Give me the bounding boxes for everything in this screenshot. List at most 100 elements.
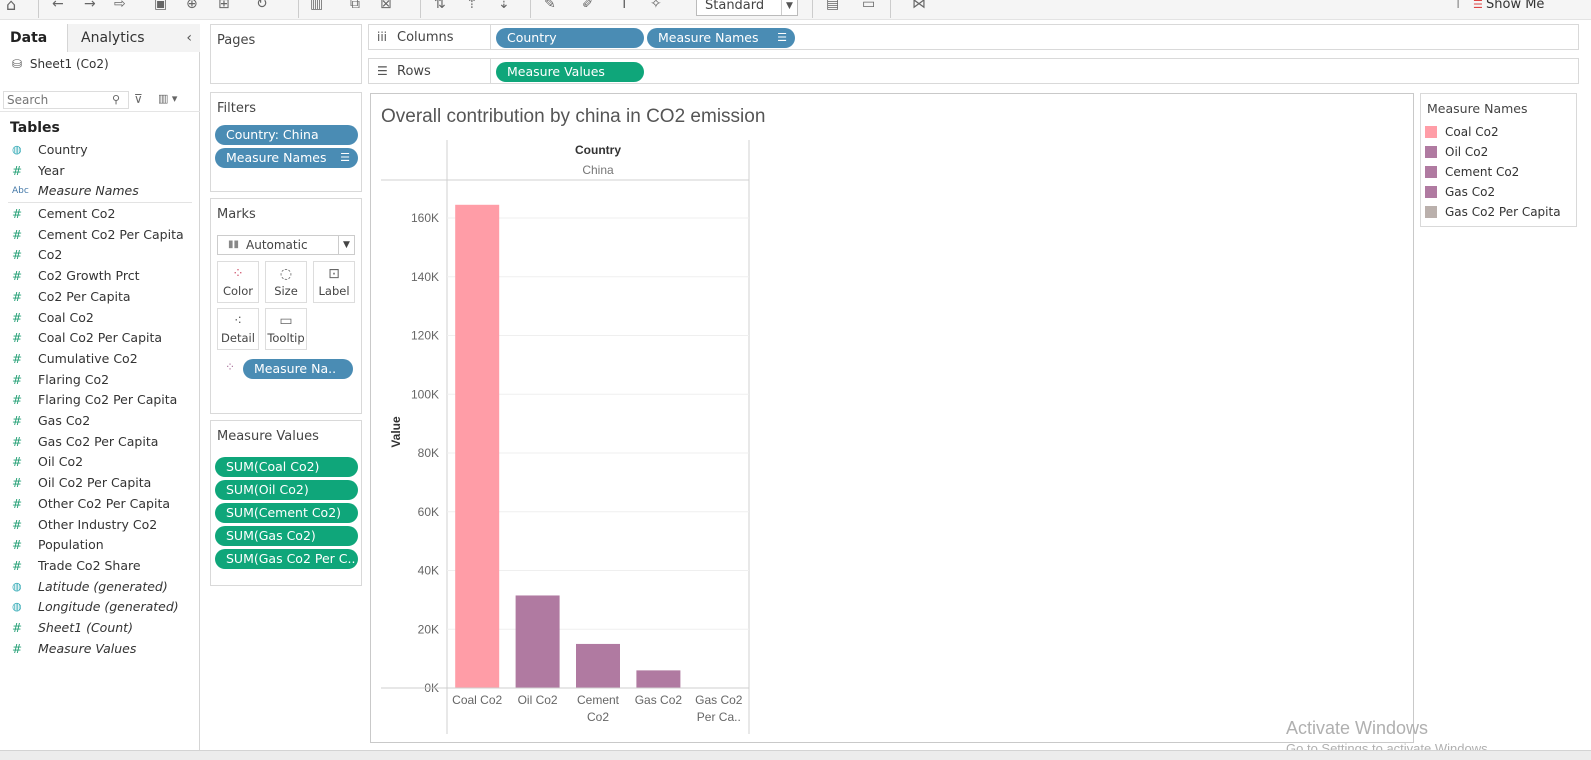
field-item[interactable]: # Coal Co2 Per Capita — [0, 328, 196, 348]
field-item[interactable]: # Oil Co2 Per Capita — [0, 473, 196, 493]
label-card[interactable]: ⊡ Label — [313, 261, 355, 303]
bar-chart[interactable]: Country China Value 0K20K40K60K80K100K12… — [371, 94, 1415, 744]
home-icon[interactable]: ⌂ — [6, 0, 16, 16]
share-icon[interactable]: ⋈ — [912, 0, 926, 15]
x-tick-label[interactable]: Gas Co2 — [695, 693, 743, 707]
mark-type-select[interactable]: ▮▮ Automatic ▼ — [217, 235, 355, 255]
field-item[interactable]: Abc Measure Names — [0, 181, 196, 201]
save-icon[interactable]: ▣ — [154, 0, 167, 15]
field-item[interactable]: # Gas Co2 Per Capita — [0, 432, 196, 452]
field-item[interactable]: ◍ Longitude (generated) — [0, 597, 196, 617]
field-item[interactable]: # Co2 — [0, 245, 196, 265]
filter-pill-country[interactable]: Country: China — [215, 125, 358, 145]
redo-icon[interactable]: → — [84, 0, 96, 15]
legend-label: Gas Co2 — [1445, 185, 1496, 199]
measure-value-pill[interactable]: SUM(Oil Co2) — [215, 480, 358, 500]
field-item[interactable]: # Gas Co2 — [0, 411, 196, 431]
x-tick-label[interactable]: Co2 — [587, 710, 609, 724]
columns-shelf[interactable]: iii Columns Country Measure Names ☰ — [368, 24, 1579, 50]
search-input[interactable] — [3, 91, 129, 109]
worksheet-view[interactable]: Overall contribution by china in CO2 emi… — [370, 93, 1414, 743]
pages-shelf[interactable]: Pages — [210, 24, 362, 84]
duplicate-icon[interactable]: ⧉ — [350, 0, 360, 15]
legend-item[interactable]: Gas Co2 — [1425, 182, 1575, 202]
field-item[interactable]: # Other Co2 Per Capita — [0, 494, 196, 514]
sort-descending-icon[interactable]: ⇣ — [498, 0, 510, 15]
datasource-item[interactable]: ⛁ Sheet1 (Co2) — [12, 57, 109, 71]
highlight-icon[interactable]: ✎ — [544, 0, 556, 15]
field-item[interactable]: # Sheet1 (Count) — [0, 618, 196, 638]
measure-value-pill[interactable]: SUM(Cement Co2) — [215, 503, 358, 523]
swap-icon[interactable]: ⇅ — [434, 0, 446, 15]
presentation-icon[interactable]: ▭ — [862, 0, 875, 15]
show-me-button[interactable]: Show Me — [1486, 0, 1544, 12]
group-icon[interactable]: ✐ — [582, 0, 594, 15]
field-item[interactable]: # Cement Co2 — [0, 204, 196, 224]
field-item[interactable]: # Co2 Growth Prct — [0, 266, 196, 286]
labels-icon[interactable]: T — [620, 0, 629, 15]
legend-item[interactable]: Oil Co2 — [1425, 142, 1575, 162]
field-item[interactable]: ◍ Country — [0, 140, 196, 160]
field-item[interactable]: # Cement Co2 Per Capita — [0, 225, 196, 245]
y-tick-label: 100K — [411, 387, 439, 401]
filter-icon[interactable]: ⊽ — [134, 92, 143, 106]
pin-icon[interactable]: ⊤ — [1452, 0, 1464, 15]
rows-shelf[interactable]: ☰ Rows Measure Values — [368, 58, 1579, 84]
field-item[interactable]: # Cumulative Co2 — [0, 349, 196, 369]
legend-item[interactable]: Coal Co2 — [1425, 122, 1575, 142]
field-item[interactable]: ◍ Latitude (generated) — [0, 577, 196, 597]
field-item[interactable]: # Co2 Per Capita — [0, 287, 196, 307]
field-item[interactable]: # Flaring Co2 — [0, 370, 196, 390]
fit-select[interactable]: Standard ▼ — [696, 0, 798, 16]
marks-color-pill[interactable]: Measure Na.. — [243, 359, 353, 379]
sort-ascending-icon[interactable]: ⇡ — [466, 0, 478, 15]
measure-values-shelf[interactable]: Measure Values SUM(Coal Co2) SUM(Oil Co2… — [210, 420, 362, 586]
field-item[interactable]: # Coal Co2 — [0, 308, 196, 328]
field-item[interactable]: # Population — [0, 535, 196, 555]
tooltip-card[interactable]: ▭ Tooltip — [265, 308, 307, 350]
tab-data[interactable]: Data — [0, 24, 68, 52]
fix-axes-icon[interactable]: ✧ — [650, 0, 662, 15]
bar[interactable] — [515, 595, 560, 688]
filters-shelf[interactable]: Filters Country: China Measure Names ☰ — [210, 92, 362, 192]
measure-value-pill[interactable]: SUM(Gas Co2) — [215, 526, 358, 546]
measure-value-pill[interactable]: SUM(Gas Co2 Per C.. — [215, 549, 358, 569]
size-card[interactable]: ◌ Size — [265, 261, 307, 303]
field-item[interactable]: # Trade Co2 Share — [0, 556, 196, 576]
field-item[interactable]: # Year — [0, 161, 196, 181]
clear-sheet-icon[interactable]: ⊠ — [380, 0, 392, 15]
bar[interactable] — [636, 670, 681, 688]
rows-pill-measure-values[interactable]: Measure Values — [496, 62, 644, 82]
field-item[interactable]: # Measure Values — [0, 639, 196, 659]
bar[interactable] — [576, 643, 620, 688]
new-worksheet-icon[interactable]: ▥ — [310, 0, 323, 15]
replay-icon[interactable]: ⇨ — [114, 0, 126, 15]
field-item[interactable]: # Other Industry Co2 — [0, 515, 196, 535]
undo-icon[interactable]: ← — [52, 0, 64, 15]
column-value[interactable]: China — [582, 163, 614, 177]
measure-value-pill[interactable]: SUM(Coal Co2) — [215, 457, 358, 477]
x-tick-label[interactable]: Gas Co2 — [635, 693, 683, 707]
x-tick-label[interactable]: Coal Co2 — [452, 693, 502, 707]
x-tick-label[interactable]: Cement — [577, 693, 620, 707]
columns-pill-measure-names[interactable]: Measure Names ☰ — [647, 28, 795, 48]
show-cards-icon[interactable]: ▤ — [826, 0, 839, 15]
field-item[interactable]: # Flaring Co2 Per Capita — [0, 390, 196, 410]
x-tick-label[interactable]: Oil Co2 — [518, 693, 558, 707]
bar[interactable] — [455, 204, 500, 688]
collapse-icon[interactable]: ‹ — [186, 24, 192, 52]
field-item[interactable]: # Oil Co2 — [0, 452, 196, 472]
legend-item[interactable]: Gas Co2 Per Capita — [1425, 202, 1575, 222]
filter-pill-measure-names[interactable]: Measure Names ☰ — [215, 148, 358, 168]
columns-pill-country[interactable]: Country — [496, 28, 644, 48]
rows-icon: ☰ — [377, 64, 388, 78]
pause-updates-icon[interactable]: ⊞ — [218, 0, 230, 15]
color-card[interactable]: ⁘ Color — [217, 261, 259, 303]
detail-card[interactable]: ⁖ Detail — [217, 308, 259, 350]
x-tick-label[interactable]: Per Ca.. — [697, 710, 741, 724]
tab-analytics[interactable]: Analytics ‹ — [68, 24, 200, 52]
refresh-icon[interactable]: ↻ — [256, 0, 268, 15]
new-datasource-icon[interactable]: ⊕ — [186, 0, 198, 15]
legend-item[interactable]: Cement Co2 — [1425, 162, 1575, 182]
view-options-icon[interactable]: ▥ ▾ — [158, 92, 177, 105]
